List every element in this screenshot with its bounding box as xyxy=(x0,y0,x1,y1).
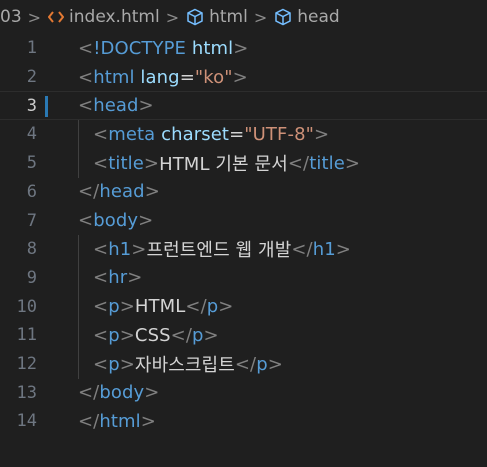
line-number: 6 xyxy=(26,181,37,202)
html-file-icon xyxy=(48,10,65,24)
code-line-8[interactable]: 8 < h1 > 프런트엔드 웹 개발 </h1 > xyxy=(0,235,487,264)
breadcrumb-head[interactable]: head xyxy=(274,7,340,27)
line-number: 14 xyxy=(16,411,37,432)
chevron-right-icon: > xyxy=(253,7,268,27)
line-number: 2 xyxy=(26,67,37,88)
breadcrumb-file[interactable]: index.html xyxy=(48,7,160,27)
breadcrumb-html[interactable]: html xyxy=(186,7,248,27)
code-line-6[interactable]: 6 </head > xyxy=(0,178,487,207)
line-number: 11 xyxy=(16,325,37,346)
code-line-9[interactable]: 9 < hr > xyxy=(0,264,487,293)
chevron-right-icon: > xyxy=(165,7,180,27)
line-number: 13 xyxy=(16,382,37,403)
code-line-3[interactable]: 3 < head > xyxy=(0,91,487,121)
cube-icon xyxy=(274,8,292,26)
code-line-1[interactable]: 1 < !DOCTYPE html > xyxy=(0,34,487,63)
line-number: 5 xyxy=(26,153,37,174)
breadcrumb-file-label: index.html xyxy=(69,7,160,27)
cube-icon xyxy=(186,8,204,26)
breadcrumb-html-label: html xyxy=(209,7,248,27)
code-line-14[interactable]: 14 </html > xyxy=(0,407,487,436)
line-number: 1 xyxy=(26,38,37,59)
chevron-right-icon: > xyxy=(27,7,42,27)
line-number: 3 xyxy=(26,95,37,116)
line-number: 4 xyxy=(26,124,37,145)
p-text: 자바스크립트 xyxy=(134,355,235,377)
h1-text: 프런트엔드 웹 개발 xyxy=(146,240,292,262)
breadcrumb-folder-label: 03 xyxy=(0,7,22,27)
code-line-7[interactable]: 7 < body > xyxy=(0,206,487,235)
code-line-5[interactable]: 5 < title > HTML 기본 문서 </title > xyxy=(0,149,487,178)
code-line-12[interactable]: 12 < p > 자바스크립트 </p > xyxy=(0,350,487,379)
lang-value: "ko" xyxy=(194,66,233,88)
p-text: CSS xyxy=(134,324,171,346)
breadcrumb-folder[interactable]: 03 xyxy=(0,7,22,27)
p-text: HTML xyxy=(134,296,186,318)
title-text: HTML 기본 문서 xyxy=(159,154,288,176)
line-number: 9 xyxy=(26,267,37,288)
code-editor[interactable]: 1 < !DOCTYPE html > 2 < html lang = "ko" > 3 <… xyxy=(0,34,487,467)
code-line-13[interactable]: 13 </body > xyxy=(0,378,487,407)
code-line-10[interactable]: 10 < p > HTML </p > xyxy=(0,292,487,321)
breadcrumb-head-label: head xyxy=(297,7,340,27)
code-line-2[interactable]: 2 < html lang = "ko" > xyxy=(0,63,487,92)
code-line-4[interactable]: 4 < meta charset = "UTF-8" > xyxy=(0,120,487,149)
breadcrumb: 03 > index.html > html > head xyxy=(0,0,487,34)
active-line-marker xyxy=(45,96,48,118)
line-number: 10 xyxy=(16,296,37,317)
line-number: 12 xyxy=(16,354,37,375)
charset-value: "UTF-8" xyxy=(244,123,314,145)
line-number: 8 xyxy=(26,239,37,260)
code-line-11[interactable]: 11 < p > CSS </p > xyxy=(0,321,487,350)
line-number: 7 xyxy=(26,210,37,231)
